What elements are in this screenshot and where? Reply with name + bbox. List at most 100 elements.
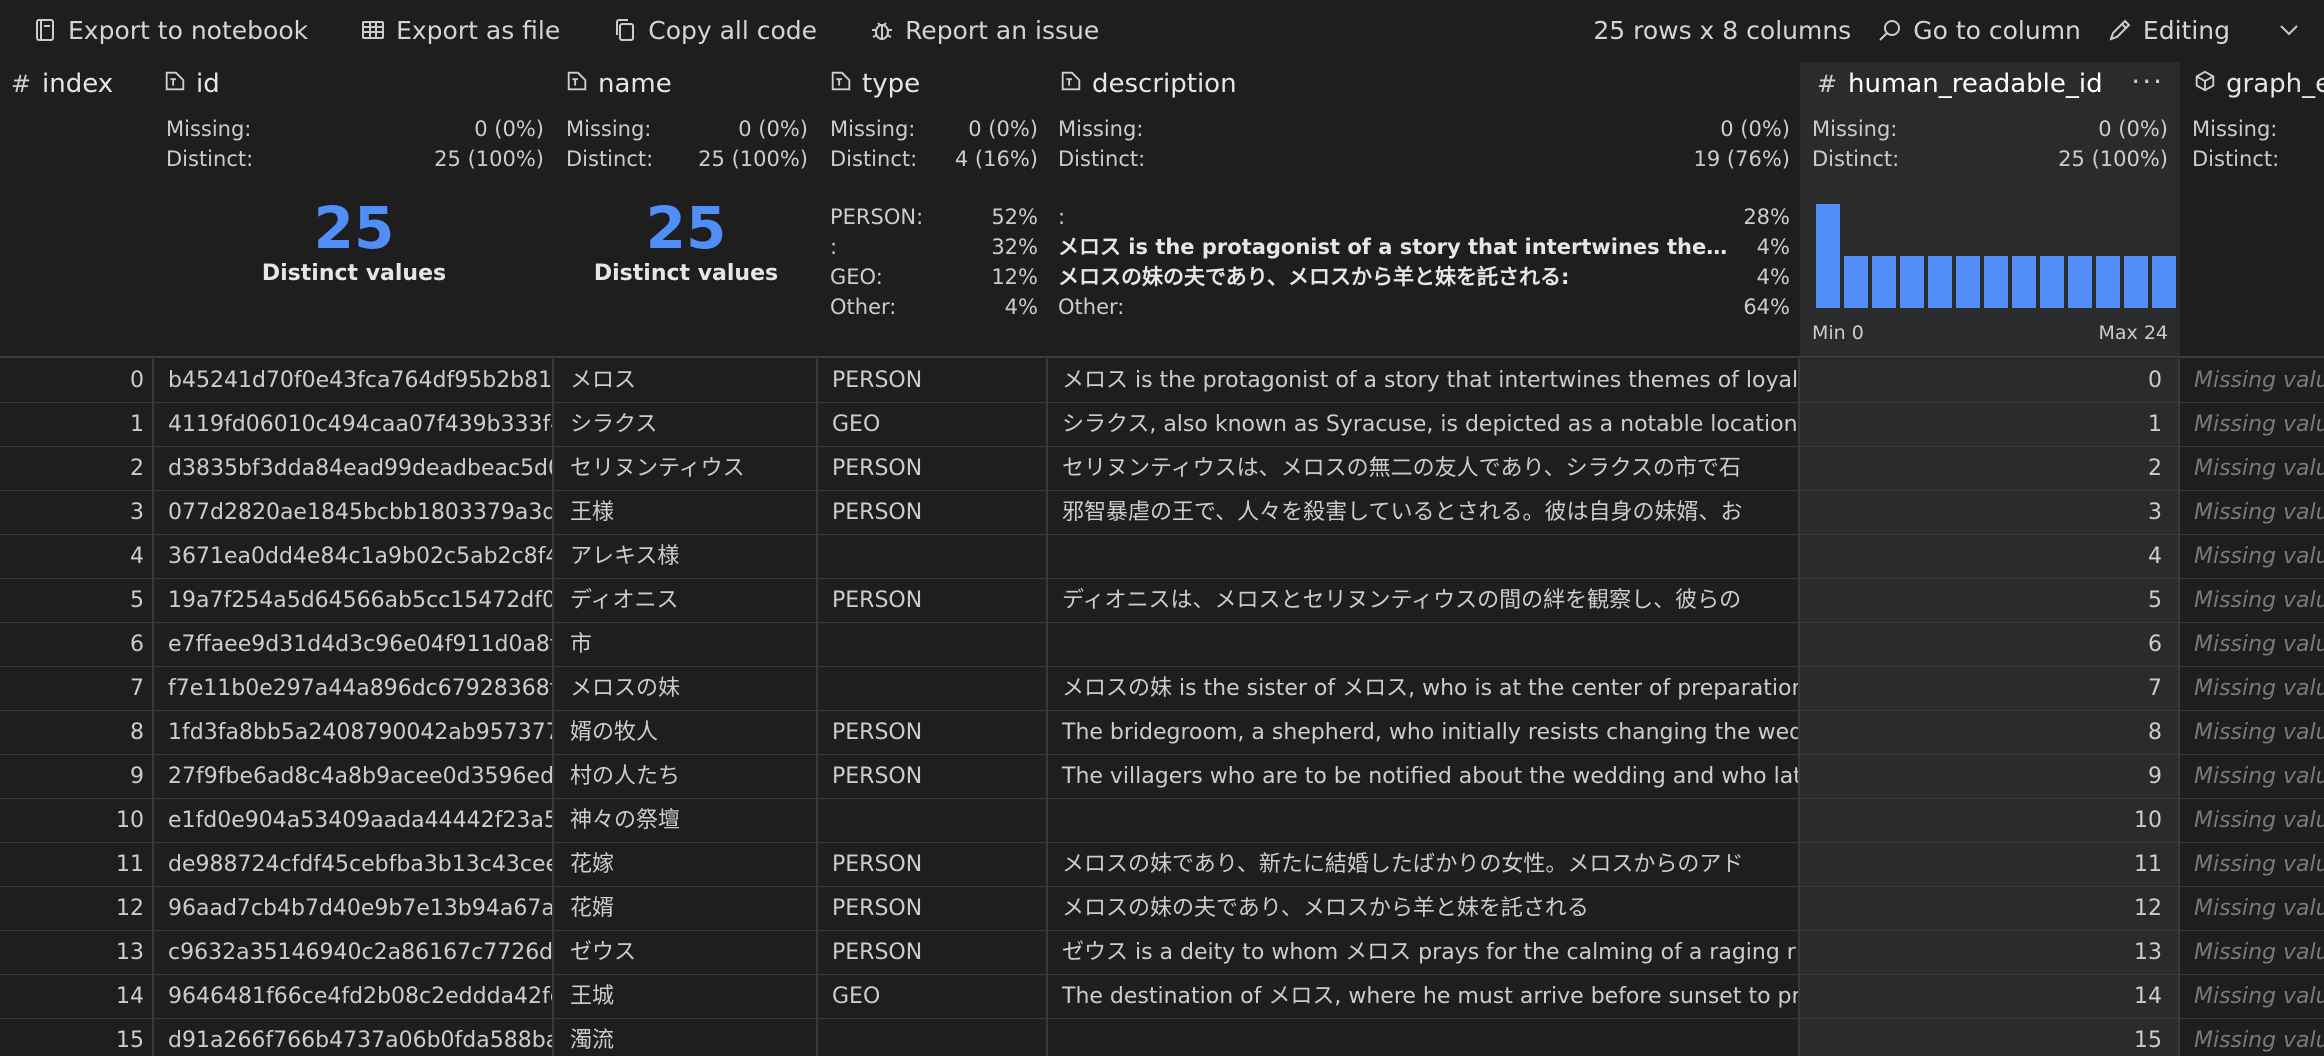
human-readable-id-cell[interactable]: 9 [1800,755,2180,798]
human-readable-id-cell[interactable]: 10 [1800,799,2180,842]
export-file-button[interactable]: Export as file [360,16,560,45]
description-cell[interactable]: メロスの妹の夫であり、メロスから羊と妹を託される [1048,887,1800,930]
description-cell[interactable]: ディオニスは、メロスとセリヌンティウスの間の絆を観察し、彼らの [1048,579,1800,622]
index-cell[interactable]: 4 [0,535,154,578]
human-readable-id-cell[interactable]: 11 [1800,843,2180,886]
graph-cell[interactable]: Missing valu [2180,975,2324,1018]
type-cell[interactable]: PERSON [818,931,1048,974]
table-row[interactable]: 0 b45241d70f0e43fca764df95b2b81f7 メロス PERSO… [0,359,2324,403]
name-cell[interactable]: 神々の祭壇 [554,799,818,842]
name-cell[interactable]: 王城 [554,975,818,1018]
table-row[interactable]: 6 e7ffaee9d31d4d3c96e04f911d0a8f9e 市 6 Missi… [0,623,2324,667]
type-cell[interactable] [818,667,1048,710]
name-cell[interactable]: ゼウス [554,931,818,974]
description-cell[interactable] [1048,535,1800,578]
type-cell[interactable]: PERSON [818,843,1048,886]
id-cell[interactable]: 3671ea0dd4e84c1a9b02c5ab2c8f4ba [154,535,554,578]
table-row[interactable]: 12 96aad7cb4b7d40e9b7e13b94a67af2 花婿 PERSON… [0,887,2324,931]
id-cell[interactable]: 9646481f66ce4fd2b08c2eddda42fc8 [154,975,554,1018]
human-readable-id-cell[interactable]: 3 [1800,491,2180,534]
name-cell[interactable]: アレキス様 [554,535,818,578]
name-cell[interactable]: 濁流 [554,1019,818,1056]
report-issue-button[interactable]: Report an issue [869,16,1099,45]
index-cell[interactable]: 5 [0,579,154,622]
table-row[interactable]: 11 de988724cfdf45cebfba3b13c43ceed 花嫁 PERSO… [0,843,2324,887]
graph-cell[interactable]: Missing valu [2180,491,2324,534]
description-cell[interactable]: メロスの妹であり、新たに結婚したばかりの女性。メロスからのアド [1048,843,1800,886]
human-readable-id-cell[interactable]: 5 [1800,579,2180,622]
graph-cell[interactable]: Missing valu [2180,931,2324,974]
column-header-type[interactable]: type Missing: 0 (0%) Distinct: 4 (16%) PER… [818,62,1048,356]
graph-cell[interactable]: Missing valu [2180,667,2324,710]
index-cell[interactable]: 10 [0,799,154,842]
index-cell[interactable]: 13 [0,931,154,974]
table-row[interactable]: 5 19a7f254a5d64566ab5cc15472df02c ディオニス PER… [0,579,2324,623]
type-cell[interactable]: PERSON [818,447,1048,490]
type-cell[interactable]: PERSON [818,491,1048,534]
name-cell[interactable]: 市 [554,623,818,666]
index-cell[interactable]: 6 [0,623,154,666]
index-cell[interactable]: 7 [0,667,154,710]
table-row[interactable]: 15 d91a266f766b4737a06b0fda588ba40 濁流 15 Mis… [0,1019,2324,1056]
graph-cell[interactable]: Missing valu [2180,843,2324,886]
id-cell[interactable]: 077d2820ae1845bcbb1803379a3d1e [154,491,554,534]
graph-cell[interactable]: Missing valu [2180,711,2324,754]
id-cell[interactable]: 19a7f254a5d64566ab5cc15472df02c [154,579,554,622]
graph-cell[interactable]: Missing valu [2180,623,2324,666]
human-readable-id-cell[interactable]: 0 [1800,359,2180,402]
description-cell[interactable]: メロス is the protagonist of a story that i… [1048,359,1800,402]
index-cell[interactable]: 8 [0,711,154,754]
name-cell[interactable]: シラクス [554,403,818,446]
human-readable-id-cell[interactable]: 7 [1800,667,2180,710]
column-menu-icon[interactable]: ··· [2131,64,2164,104]
graph-cell[interactable]: Missing valu [2180,755,2324,798]
description-cell[interactable]: The destination of メロス, where he must ar… [1048,975,1800,1018]
graph-cell[interactable]: Missing valu [2180,447,2324,490]
type-cell[interactable]: GEO [818,975,1048,1018]
description-cell[interactable]: メロスの妹 is the sister of メロス, who is at th… [1048,667,1800,710]
export-notebook-button[interactable]: Export to notebook [32,16,308,45]
table-row[interactable]: 4 3671ea0dd4e84c1a9b02c5ab2c8f4ba アレキス様 4 Mi… [0,535,2324,579]
id-cell[interactable]: d3835bf3dda84ead99deadbeac5d0c [154,447,554,490]
index-cell[interactable]: 12 [0,887,154,930]
description-cell[interactable]: 邪智暴虐の王で、人々を殺害しているとされる。彼は自身の妹婿、お [1048,491,1800,534]
graph-cell[interactable]: Missing valu [2180,799,2324,842]
graph-cell[interactable]: Missing valu [2180,359,2324,402]
editing-button[interactable]: Editing [2107,16,2230,45]
type-cell[interactable]: PERSON [818,711,1048,754]
table-row[interactable]: 13 c9632a35146940c2a86167c7726d35 ゼウス PERSO… [0,931,2324,975]
index-cell[interactable]: 0 [0,359,154,402]
id-cell[interactable]: f7e11b0e297a44a896dc67928368f60 [154,667,554,710]
description-cell[interactable]: The villagers who are to be notified abo… [1048,755,1800,798]
table-row[interactable]: 14 9646481f66ce4fd2b08c2eddda42fc8 王城 GEO Th… [0,975,2324,1019]
description-cell[interactable]: セリヌンティウスは、メロスの無二の友人であり、シラクスの市で石 [1048,447,1800,490]
description-cell[interactable]: ゼウス is a deity to whom メロス prays for the… [1048,931,1800,974]
graph-cell[interactable]: Missing valu [2180,535,2324,578]
description-cell[interactable]: シラクス, also known as Syracuse, is depicte… [1048,403,1800,446]
table-row[interactable]: 10 e1fd0e904a53409aada44442f23a51c 神々の祭壇 10… [0,799,2324,843]
name-cell[interactable]: 婿の牧人 [554,711,818,754]
type-cell[interactable] [818,799,1048,842]
graph-cell[interactable]: Missing valu [2180,579,2324,622]
index-cell[interactable]: 9 [0,755,154,798]
column-header-graph[interactable]: graph_e Missing: Distinct: [2180,62,2324,356]
type-cell[interactable]: PERSON [818,887,1048,930]
id-cell[interactable]: e7ffaee9d31d4d3c96e04f911d0a8f9e [154,623,554,666]
table-row[interactable]: 2 d3835bf3dda84ead99deadbeac5d0c セリヌンティウス P… [0,447,2324,491]
id-cell[interactable]: b45241d70f0e43fca764df95b2b81f7 [154,359,554,402]
human-readable-id-cell[interactable]: 8 [1800,711,2180,754]
name-cell[interactable]: メロス [554,359,818,402]
id-cell[interactable]: 96aad7cb4b7d40e9b7e13b94a67af2 [154,887,554,930]
type-cell[interactable]: PERSON [818,579,1048,622]
column-header-id[interactable]: id Missing: 0 (0%) Distinct: 25 (100%) 25 … [154,62,554,356]
description-cell[interactable] [1048,799,1800,842]
type-cell[interactable] [818,1019,1048,1056]
type-cell[interactable] [818,623,1048,666]
index-cell[interactable]: 3 [0,491,154,534]
column-header-name[interactable]: name Missing: 0 (0%) Distinct: 25 (100%) 2… [554,62,818,356]
graph-cell[interactable]: Missing valu [2180,887,2324,930]
human-readable-id-cell[interactable]: 6 [1800,623,2180,666]
human-readable-id-cell[interactable]: 15 [1800,1019,2180,1056]
graph-cell[interactable]: Missing valu [2180,403,2324,446]
table-row[interactable]: 9 27f9fbe6ad8c4a8b9acee0d3596ed57 村の人たち PER… [0,755,2324,799]
